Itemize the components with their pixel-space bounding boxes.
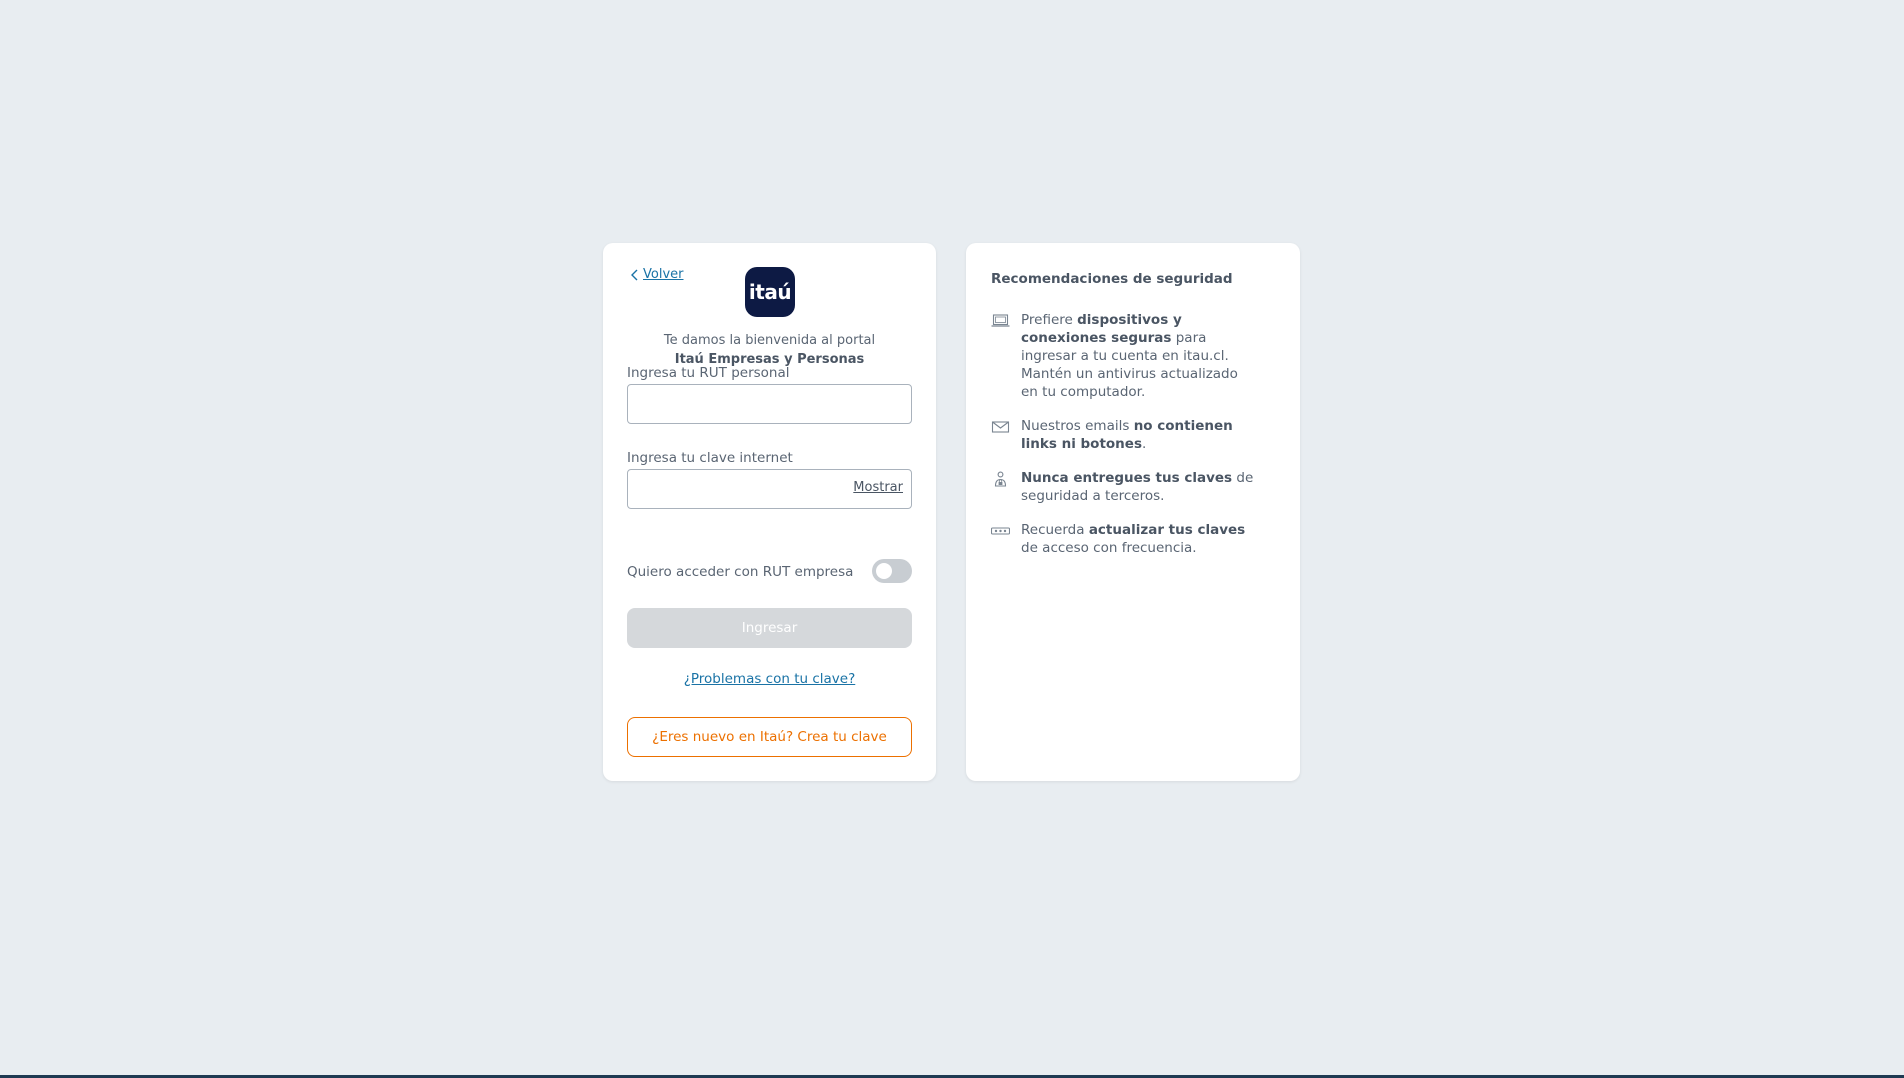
tip-icon-wrapper	[991, 469, 1010, 505]
back-link[interactable]: Volver	[630, 267, 684, 282]
login-card: Volver itaú Te damos la bienvenida al po…	[603, 243, 936, 781]
rut-input[interactable]	[628, 385, 911, 423]
tip-emphasis: Nunca entregues tus claves	[1021, 470, 1233, 486]
welcome-message: Te damos la bienvenida al portal Itaú Em…	[603, 331, 936, 369]
laptop-icon	[991, 314, 1010, 327]
company-rut-label: Quiero acceder con RUT empresa	[627, 564, 854, 580]
tip-text-part: Recuerda	[1021, 522, 1089, 538]
company-rut-toggle[interactable]	[872, 559, 912, 583]
security-card: Recomendaciones de seguridad Prefiere di…	[966, 243, 1300, 781]
tip-text-part: Nuestros emails	[1021, 418, 1134, 434]
security-tip: Nuestros emails no contienen links ni bo…	[991, 417, 1276, 453]
tip-icon-wrapper	[991, 521, 1010, 557]
password-field[interactable]: Mostrar	[627, 469, 912, 509]
tip-icon-wrapper	[991, 311, 1010, 401]
security-tip-text: Nuestros emails no contienen links ni bo…	[1021, 417, 1257, 453]
create-password-button[interactable]: ¿Eres nuevo en Itaú? Crea tu clave	[627, 717, 912, 757]
security-tip: Nunca entregues tus claves de seguridad …	[991, 469, 1276, 505]
tip-icon-wrapper	[991, 417, 1010, 453]
password-problems-link[interactable]: ¿Problemas con tu clave?	[603, 671, 936, 687]
submit-button[interactable]: Ingresar	[627, 608, 912, 648]
password-icon	[991, 527, 1010, 535]
security-tip-text: Prefiere dispositivos y conexiones segur…	[1021, 311, 1257, 401]
tip-emphasis: actualizar tus claves	[1088, 522, 1246, 538]
rut-label: Ingresa tu RUT personal	[627, 365, 790, 381]
show-password-button[interactable]: Mostrar	[853, 480, 903, 495]
welcome-line: Te damos la bienvenida al portal	[663, 333, 876, 348]
tip-text-part: Prefiere	[1021, 312, 1078, 328]
toggle-knob	[876, 563, 892, 579]
security-tip-text: Nunca entregues tus claves de seguridad …	[1021, 469, 1257, 505]
security-tip-text: Recuerda actualizar tus claves de acceso…	[1021, 521, 1257, 557]
rut-field[interactable]	[627, 384, 912, 424]
security-tip: Recuerda actualizar tus claves de acceso…	[991, 521, 1276, 557]
security-tip: Prefiere dispositivos y conexiones segur…	[991, 311, 1276, 401]
itau-logo: itaú	[745, 267, 795, 317]
back-link-label[interactable]: Volver	[643, 267, 684, 282]
tip-text-part: de acceso con frecuencia.	[1021, 540, 1197, 556]
person-lock-icon	[994, 471, 1007, 487]
chevron-left-icon	[631, 269, 638, 280]
company-rut-row: Quiero acceder con RUT empresa	[627, 559, 912, 585]
security-title: Recomendaciones de seguridad	[991, 271, 1233, 287]
password-label: Ingresa tu clave internet	[627, 450, 793, 466]
security-tips: Prefiere dispositivos y conexiones segur…	[991, 311, 1276, 557]
tip-text-part: .	[1142, 436, 1147, 452]
mail-icon	[991, 421, 1010, 433]
